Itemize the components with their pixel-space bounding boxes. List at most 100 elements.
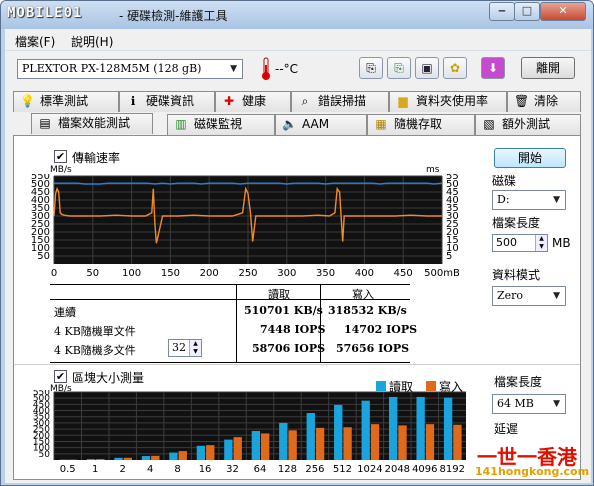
y-tick-label: 50: [37, 251, 50, 262]
x-tick-label: 50: [86, 268, 99, 279]
bar-write: [151, 455, 160, 460]
folder-icon: ▆: [398, 94, 408, 108]
file-benchmark-panel: ✔ 傳輸速率 MB/s ms 550 55 500 50 450 45 400 40 350 35…: [13, 135, 581, 480]
tab-label: 檔案效能測試: [58, 116, 131, 130]
tab-label: 額外測試: [502, 117, 551, 131]
bar-read: [306, 413, 315, 460]
tab-disk-monitor[interactable]: ▥ 磁碟監視: [167, 114, 275, 135]
spinner-arrows-icon[interactable]: ▲ ▼: [189, 340, 201, 356]
tab-benchmark[interactable]: 💡 標準測試: [13, 91, 119, 112]
close-button[interactable]: ✕: [540, 2, 586, 21]
block-size-checkbox[interactable]: ✔: [54, 370, 67, 383]
file-length-value: 500: [496, 236, 517, 249]
spinner-arrows-icon[interactable]: ▲ ▼: [535, 235, 547, 251]
queue-depth-spinner[interactable]: 32 ▲ ▼: [168, 339, 202, 357]
tab-extra-tests[interactable]: ▧ 額外測試: [475, 114, 581, 135]
menu-file[interactable]: 檔案(F): [15, 33, 55, 50]
x-tick-label: 500mB: [424, 268, 460, 279]
scatter-icon: ▦: [375, 117, 387, 131]
tab-label: 錯誤掃描: [318, 94, 367, 108]
tab-info[interactable]: ℹ 硬碟資訊: [119, 91, 215, 112]
save-icon[interactable]: ▣: [415, 57, 439, 79]
bar-read: [334, 404, 343, 460]
x-tick-label: 8: [174, 464, 180, 475]
x-tick-label: 8192: [440, 464, 465, 475]
row-4k-single-read: 7448 IOPS: [260, 323, 326, 336]
file-length-spinner[interactable]: 500 ▲ ▼: [492, 234, 548, 252]
x-tick-label: 4096: [412, 464, 437, 475]
menu-bar: 檔案(F) 說明(H): [5, 29, 591, 51]
row-4k-multi-write: 57656 IOPS: [336, 342, 410, 355]
row-4k-multi-label: 4 KB隨機多文件: [54, 344, 136, 357]
magnifier-icon: ⌕: [301, 94, 309, 108]
bar-write: [370, 424, 380, 460]
data-mode-label: 資料模式: [492, 268, 541, 282]
app-logo: MOBILE01: [7, 5, 83, 21]
x-tick-label: 512: [333, 464, 352, 475]
tab-label: 標準測試: [40, 94, 89, 108]
bar-write: [123, 457, 133, 460]
block-file-length-select[interactable]: 64 MB ▼: [492, 394, 566, 414]
trash-icon: 🗑: [514, 94, 530, 108]
tab-health[interactable]: ✚ 健康: [215, 91, 291, 112]
menu-help[interactable]: 說明(H): [71, 33, 113, 50]
tab-label: 隨機存取: [394, 117, 443, 131]
transfer-rate-checkbox[interactable]: ✔: [54, 150, 67, 163]
x-tick-label: 100: [122, 268, 141, 279]
tab-file-benchmark[interactable]: ▤ 檔案效能測試: [31, 113, 153, 134]
bar-write: [343, 427, 352, 460]
bar-read: [141, 456, 151, 460]
header-read: 讀取: [268, 288, 290, 301]
drive-select[interactable]: PLEXTOR PX-128M5M (128 gB) ▼: [17, 59, 243, 79]
x-tick-label: 64: [254, 464, 267, 475]
bar-read: [224, 439, 233, 460]
info-icon: ℹ: [130, 94, 136, 108]
x-tick-label: 400: [355, 268, 374, 279]
queue-depth-value: 32: [172, 341, 186, 354]
x-tick-label: 2: [119, 464, 125, 475]
maximize-button[interactable]: □: [514, 2, 540, 21]
data-mode-select[interactable]: Zero ▼: [492, 286, 566, 306]
tab-label: 硬碟資訊: [146, 94, 195, 108]
disk-select-value: D:: [497, 193, 510, 206]
thermometer-icon: [259, 57, 273, 81]
tab-erase[interactable]: 🗑 清除: [507, 91, 581, 112]
x-tick-label: 250: [238, 268, 257, 279]
x-tick-label: 2048: [385, 464, 410, 475]
wrench-icon[interactable]: ✿: [443, 57, 467, 79]
drive-select-value: PLEXTOR PX-128M5M (128 gB): [22, 62, 202, 75]
x-tick-label: 32: [226, 464, 239, 475]
bar-write: [288, 430, 297, 460]
watermark-url: 141hongkong.com: [475, 465, 590, 478]
tab-error-scan[interactable]: ⌕ 錯誤掃描: [291, 91, 389, 112]
download-icon[interactable]: ⬇: [481, 57, 505, 79]
tab-folder-usage[interactable]: ▆ 資料夾使用率: [389, 91, 507, 112]
disk-select[interactable]: D: ▼: [492, 190, 566, 210]
chevron-down-icon: ▼: [553, 195, 560, 205]
tab-label: 磁碟監視: [194, 117, 243, 131]
bar-write: [398, 425, 407, 460]
tab-random-access[interactable]: ▦ 隨機存取: [367, 114, 475, 135]
minimize-button[interactable]: ‒: [489, 2, 515, 21]
tab-label: 清除: [534, 94, 559, 108]
start-button[interactable]: 開始: [494, 148, 566, 168]
tab-aam[interactable]: 🔈 AAM: [275, 114, 367, 135]
x-tick-label: 150: [161, 268, 180, 279]
x-tick-label: 128: [278, 464, 297, 475]
delay-label: 延遲: [494, 422, 519, 436]
exit-button[interactable]: 離開: [521, 57, 575, 79]
y-tick-label: 50: [39, 450, 51, 460]
copy-icon[interactable]: ⎘: [359, 57, 383, 79]
x-tick-label: 200: [200, 268, 219, 279]
bar-read: [279, 422, 288, 460]
x-tick-label: 350: [316, 268, 335, 279]
x-tick-label: 256: [305, 464, 324, 475]
x-tick-label: 4: [147, 464, 153, 475]
health-cross-icon: ✚: [223, 94, 235, 108]
bar-read: [388, 396, 398, 460]
copy-green-icon[interactable]: ⎘: [387, 57, 411, 79]
window-title: - 硬碟檢測-維護工具: [119, 9, 228, 23]
file-length-unit: MB: [552, 236, 571, 250]
row-sequential-label: 連續: [54, 306, 76, 319]
disk-label: 磁碟: [492, 174, 517, 188]
